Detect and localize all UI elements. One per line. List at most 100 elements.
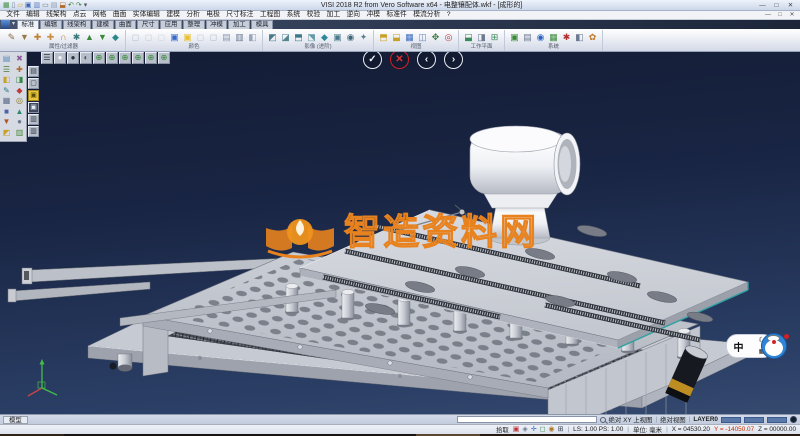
half-shade-icon[interactable]: ◐ — [80, 52, 92, 64]
halfbox-icon[interactable]: ◧ — [3, 75, 11, 86]
stamp-icon[interactable]: ⬓ — [59, 1, 66, 10]
toolbar-tab[interactable]: 标准 — [17, 20, 39, 29]
menu-item[interactable]: 编辑 — [23, 11, 43, 19]
menu-item[interactable]: 实体编辑 — [130, 11, 164, 19]
active-color-icon[interactable]: ▣ — [169, 31, 180, 43]
view-top-icon[interactable]: ⬒ — [378, 31, 389, 43]
viewport-3d[interactable]: 智造资料网 ▤✖☰✚◧◨✎◆▦◎■▲▼●◩▥ ▤▢▣▣▥▥ ☰●●◐⊕⊕⊕⊕⊕⊕… — [0, 52, 800, 414]
menu-item[interactable]: 校验 — [303, 11, 323, 19]
rows-icon[interactable]: ▥ — [16, 128, 24, 139]
menu-item[interactable]: 曲面 — [110, 11, 130, 19]
reflect-icon[interactable]: ◆ — [319, 31, 330, 43]
magnet-icon[interactable]: ∩ — [58, 31, 69, 43]
preview-icon[interactable]: ▤ — [51, 1, 58, 10]
swatch-3-icon[interactable]: ◻ — [156, 31, 167, 43]
ime-toolbar[interactable]: 中 ☾ ▦ — [726, 331, 792, 362]
view-single-icon[interactable]: ▢ — [28, 78, 39, 89]
grid-icon[interactable]: ▦ — [3, 96, 11, 107]
plane-half-icon[interactable]: ◨ — [476, 31, 487, 43]
undo-icon[interactable]: ↶ — [68, 1, 74, 10]
plane-icon[interactable]: ⬓ — [463, 31, 474, 43]
toolbar-tab[interactable]: 尺寸 — [137, 20, 159, 29]
wire-globe-icon[interactable]: ⊕ — [119, 52, 131, 64]
dot-icon[interactable]: ● — [17, 117, 22, 128]
cad-model[interactable] — [8, 126, 750, 414]
mdi-minimize-button[interactable]: — — [763, 11, 773, 19]
toolbar-tab[interactable]: 编辑 — [40, 20, 62, 29]
sys-rows-icon[interactable]: ▤ — [522, 31, 533, 43]
layer-list-icon[interactable]: ▤ — [28, 66, 39, 77]
wireframe-dark-icon[interactable]: ● — [67, 52, 79, 64]
coord-mode-label[interactable]: 绝对视图 — [660, 415, 686, 424]
tri-icon[interactable]: ▲ — [16, 107, 24, 118]
sheet-icon[interactable]: ▤ — [3, 54, 11, 65]
toolbar-tab[interactable]: 冲模 — [206, 20, 228, 29]
command-input[interactable] — [457, 416, 597, 423]
sys-half-icon[interactable]: ◧ — [574, 31, 585, 43]
save-icon[interactable]: ▣ — [25, 1, 32, 10]
menu-item[interactable]: 模流分析 — [410, 11, 444, 19]
mdi-close-button[interactable]: ✕ — [787, 11, 797, 19]
menu-item[interactable]: 网格 — [90, 11, 110, 19]
view-mode-label[interactable]: 绝对 XY 上视图 — [609, 415, 653, 424]
sphere-shade-icon[interactable]: ◉ — [345, 31, 356, 43]
half-color-icon[interactable]: ◧ — [247, 31, 258, 43]
shade-cube-icon[interactable]: ◩ — [267, 31, 278, 43]
wire-globe-icon[interactable]: ⊕ — [93, 52, 105, 64]
confirm-button[interactable]: ✓ — [363, 52, 382, 69]
new-file-icon[interactable]: ▯ — [12, 1, 16, 10]
sys-globe-icon[interactable]: ◉ — [535, 31, 546, 43]
swatch-4-icon[interactable]: ◻ — [195, 31, 206, 43]
print-icon[interactable]: ▭ — [42, 1, 49, 10]
toolbar-tab[interactable]: 线架构 — [63, 20, 91, 29]
view-iso-icon[interactable]: ▦ — [404, 31, 415, 43]
swatch-5-icon[interactable]: ◻ — [208, 31, 219, 43]
dark-view-icon[interactable]: ▣ — [28, 102, 39, 113]
toolbar-tab[interactable]: 整理 — [183, 20, 205, 29]
tri-down-icon[interactable]: ▼ — [97, 31, 108, 43]
model-tab[interactable]: 模型 — [3, 416, 28, 424]
menu-item[interactable]: 系统 — [283, 11, 303, 19]
sys-flower-icon[interactable]: ✿ — [587, 31, 598, 43]
save-all-icon[interactable]: ▥ — [34, 1, 41, 10]
redo-icon[interactable]: ↷ — [76, 1, 82, 10]
swatch-2-icon[interactable]: ◻ — [143, 31, 154, 43]
menu-item[interactable]: 电极 — [203, 11, 223, 19]
open-folder-icon[interactable]: ▱ — [17, 1, 22, 10]
box-icon[interactable]: ■ — [4, 107, 9, 118]
texture-icon[interactable]: ▣ — [332, 31, 343, 43]
toolbar-tab[interactable]: 模具 — [251, 20, 273, 29]
view-a-icon[interactable]: ▥ — [28, 114, 39, 125]
cad-scene[interactable]: 智造资料网 — [0, 52, 800, 414]
menu-item[interactable]: 冲模 — [363, 11, 383, 19]
target-icon[interactable]: ◎ — [16, 96, 23, 107]
maximize-button[interactable]: □ — [770, 1, 783, 10]
display-list-icon[interactable]: ☰ — [41, 52, 53, 64]
snap-mid-icon[interactable]: ◻ — [540, 426, 546, 434]
star-filter-icon[interactable]: ✱ — [71, 31, 82, 43]
menu-item[interactable]: ? — [444, 11, 454, 19]
render-corner-icon[interactable]: ⬔ — [306, 31, 317, 43]
tridown-icon[interactable]: ▼ — [3, 117, 11, 128]
toolbar-tab[interactable]: 应用 — [160, 20, 182, 29]
delete-icon[interactable]: ✖ — [16, 54, 23, 65]
menu-item[interactable]: 建模 — [163, 11, 183, 19]
ime-language-label[interactable]: 中 — [734, 339, 744, 354]
layer-color-icon[interactable]: ▥ — [234, 31, 245, 43]
wire-globe-icon[interactable]: ⊕ — [106, 52, 118, 64]
mdi-restore-button[interactable]: □ — [775, 11, 785, 19]
snap-center-icon[interactable]: ◉ — [549, 426, 555, 434]
shaded-view-icon[interactable]: ● — [54, 52, 66, 64]
next-button[interactable]: › — [444, 52, 463, 69]
snap-box-icon[interactable]: ▣ — [513, 426, 520, 434]
toolbar-tab[interactable]: 曲面 — [115, 20, 137, 29]
menu-item[interactable]: 分析 — [183, 11, 203, 19]
menu-item[interactable]: 标准件 — [383, 11, 410, 19]
view-split-icon[interactable]: ◫ — [417, 31, 428, 43]
toolbar-tab[interactable]: 加工 — [228, 20, 250, 29]
plane-grid-icon[interactable]: ⊞ — [489, 31, 500, 43]
app-tab-logo-icon[interactable] — [1, 20, 10, 29]
wire-globe-icon[interactable]: ⊕ — [132, 52, 144, 64]
minimize-button[interactable]: — — [756, 1, 769, 10]
pick-label[interactable]: 拾取 — [496, 425, 509, 434]
